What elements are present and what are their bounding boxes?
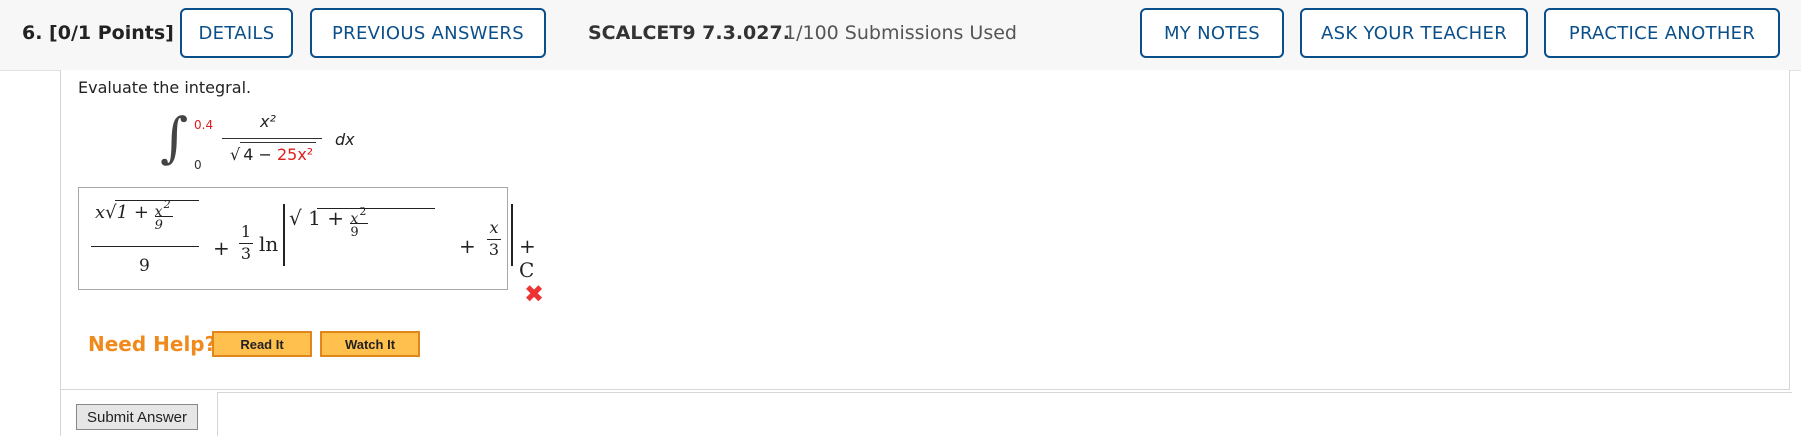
lower-panel [217,392,1792,436]
radicand-constant: 4 − [243,145,277,164]
abs-bar-left [283,204,285,266]
fraction-bar [222,138,322,139]
question-prompt: Evaluate the integral. [78,78,252,97]
plus-constant: + C [519,234,536,282]
my-notes-button[interactable]: MY NOTES [1140,8,1284,58]
answer-term-1: x√1 + x29 9 [89,196,199,284]
integral-expression: ∫ 0.4 0 x² √ 4 − 25x² dx [160,106,360,178]
abs-bar-right [511,204,513,266]
differential: dx [335,130,355,149]
integrand-numerator: x² [260,112,276,131]
term1-fraction-bar [91,246,199,247]
term1-numerator: x√1 + x29 [95,198,173,233]
radicand-variable: 25x² [276,145,314,164]
answer-expression: x√1 + x29 9 + 13 ln √ 1 + x29 + x3 + C [89,196,536,284]
question-number: 6. [0/1 Points] [22,22,174,44]
one-third-fraction: 13 [239,222,253,263]
need-help-label: Need Help? [88,332,217,356]
upper-limit: 0.4 [194,118,214,132]
inner-sqrt: √ 1 + x29 [289,205,435,240]
x-over-three-fraction: x3 [487,218,501,259]
submit-answer-button[interactable]: Submit Answer [76,404,198,430]
previous-answers-button[interactable]: PREVIOUS ANSWERS [310,8,546,58]
answer-box[interactable]: x√1 + x29 9 + 13 ln √ 1 + x29 + x3 + C [78,187,536,290]
lower-limit: 0 [194,158,202,172]
details-button[interactable]: DETAILS [180,8,293,58]
plus-sign-2: + [459,234,476,258]
ask-your-teacher-button[interactable]: ASK YOUR TEACHER [1300,8,1528,58]
practice-another-button[interactable]: PRACTICE ANOTHER [1544,8,1780,58]
read-it-button[interactable]: Read It [212,331,312,357]
watch-it-button[interactable]: Watch It [320,331,420,357]
problem-code: SCALCET9 7.3.027. [588,22,790,44]
question-header: 6. [0/1 Points] DETAILS PREVIOUS ANSWERS… [0,0,1801,71]
ln-function: ln [259,232,279,256]
x-mark-icon: ✖ [524,280,545,308]
term1-denominator: 9 [139,256,150,276]
integral-sign: ∫ [160,106,189,169]
integrand-denominator: √ 4 − 25x² [230,142,317,164]
panel-left-border [60,390,61,436]
plus-sign: + [213,236,230,260]
submissions-used: 1/100 Submissions Used [784,22,1017,44]
